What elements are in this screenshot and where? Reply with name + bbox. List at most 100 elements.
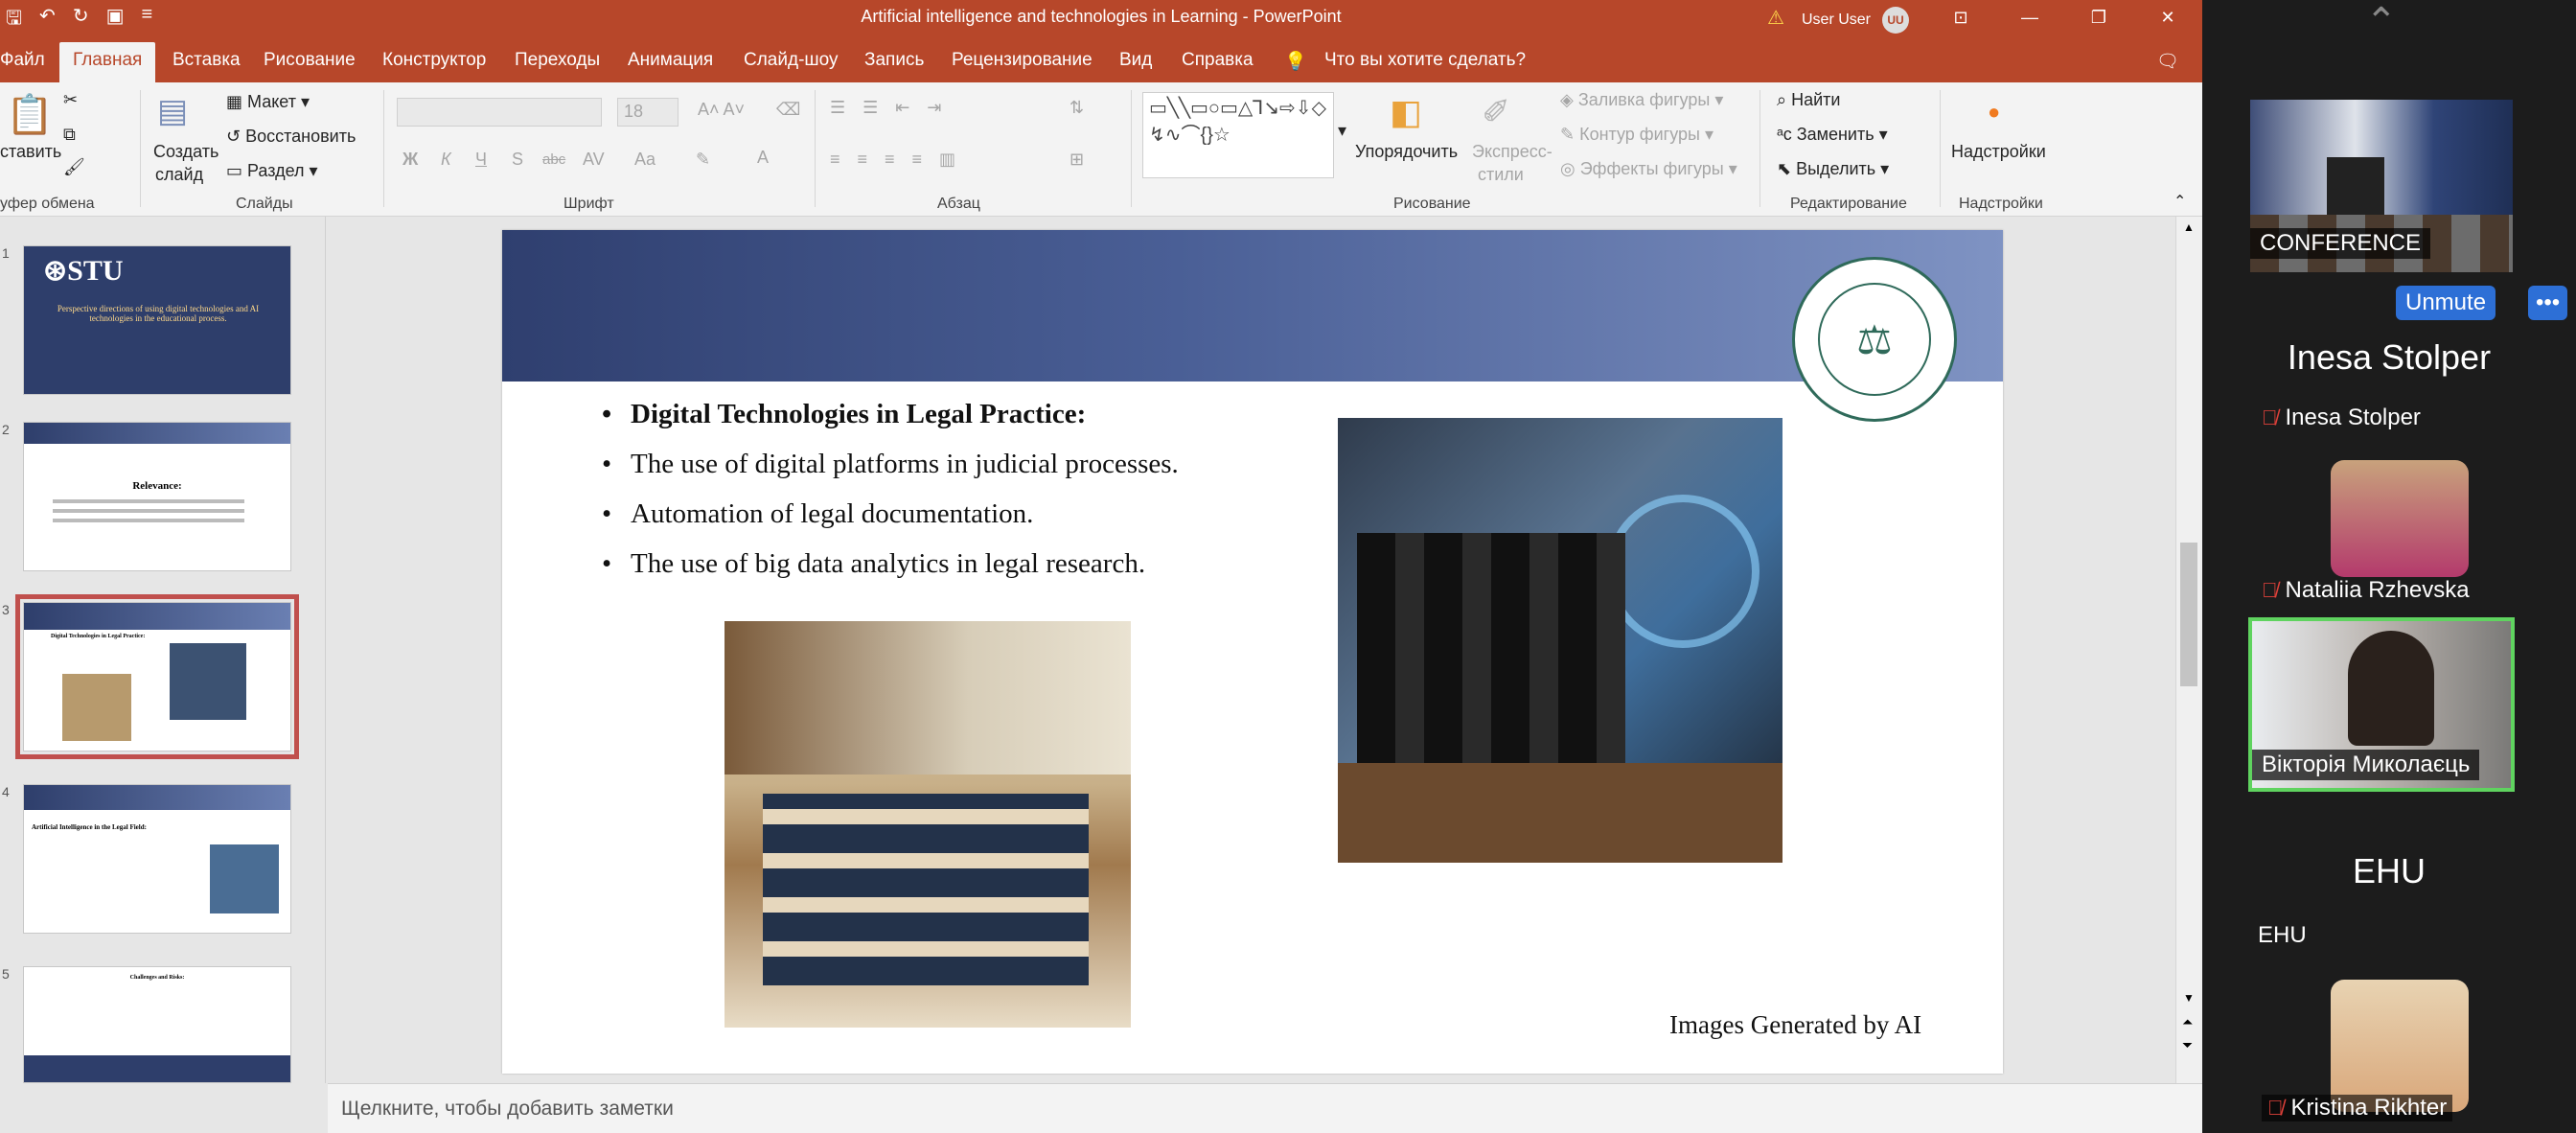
thumb-title: Perspective directions of using digital …	[57, 304, 260, 323]
replace-button[interactable]: ᵃc Заменить ▾	[1777, 125, 1888, 145]
tab-design[interactable]: Конструктор	[382, 50, 486, 71]
tab-home[interactable]: Главная	[59, 42, 156, 82]
comments-icon[interactable]: 🗨	[2156, 50, 2179, 73]
quick-styles-button-line2[interactable]: стили	[1478, 165, 1524, 185]
bullet-list[interactable]: Digital Technologies in Legal Practice: …	[602, 399, 1179, 598]
cut-icon[interactable]: ✂	[63, 90, 78, 110]
participant-label: CONFERENCE	[2250, 228, 2431, 259]
vr-judges-image[interactable]	[1338, 418, 1782, 863]
tab-file[interactable]: Файл	[0, 50, 45, 71]
shadow-button[interactable]: S	[512, 150, 523, 170]
tab-insert[interactable]: Вставка	[172, 50, 241, 71]
unmute-button[interactable]: Unmute	[2396, 286, 2496, 320]
thumb-title: Artificial Intelligence in the Legal Fie…	[32, 823, 147, 831]
shapes-gallery[interactable]: ▭╲╲▭○▭△⅂↘⇨⇩◇↯∿⌒{}☆	[1142, 92, 1334, 178]
tab-transitions[interactable]: Переходы	[515, 50, 600, 71]
tab-review[interactable]: Рецензирование	[952, 50, 1092, 71]
font-color-icon[interactable]: A	[757, 148, 769, 168]
align-icons[interactable]: ≡≡≡≡▥	[830, 150, 973, 170]
shape-outline-button[interactable]: ✎ Контур фигуры ▾	[1560, 125, 1714, 145]
slide-editing-area[interactable]: ⚖ Digital Technologies in Legal Practice…	[328, 217, 2175, 1083]
tab-record[interactable]: Запись	[864, 50, 924, 71]
courtroom-students-image[interactable]	[724, 621, 1131, 1028]
tab-animations[interactable]: Анимация	[628, 50, 713, 71]
notes-pane[interactable]: Щелкните, чтобы добавить заметки	[328, 1083, 2202, 1133]
select-button[interactable]: ⬉ Выделить ▾	[1777, 159, 1889, 179]
scroll-down-icon[interactable]: ▼	[2183, 991, 2195, 1005]
slide-thumbnail-3[interactable]: Digital Technologies in Legal Practice:	[15, 594, 299, 759]
list-icons[interactable]: ☰☰⇤⇥	[830, 98, 958, 118]
warning-icon[interactable]: ⚠	[1767, 6, 1784, 30]
conference-video-tile[interactable]: CONFERENCE	[2250, 100, 2513, 272]
collapse-chevron-icon[interactable]: ⌃	[2365, 0, 2398, 44]
library-background	[724, 621, 1131, 775]
quick-styles-icon[interactable]: ✐	[1482, 92, 1510, 132]
scroll-up-icon[interactable]: ▲	[2183, 220, 2195, 234]
slide-thumbnail-5[interactable]: Challenges and Risks:	[23, 966, 291, 1083]
font-family-input[interactable]	[397, 98, 602, 127]
bold-button[interactable]: Ж	[402, 150, 418, 170]
copy-icon[interactable]: ⧉	[63, 125, 76, 145]
find-button[interactable]: ⌕ Найти	[1777, 90, 1840, 110]
thumb-image	[62, 674, 131, 741]
underline-button[interactable]: Ч	[475, 150, 487, 170]
new-slide-button-line2[interactable]: слайд	[155, 165, 203, 185]
format-painter-icon[interactable]: 🖌	[63, 157, 85, 177]
case-button[interactable]: Aa	[634, 150, 656, 170]
layout-button[interactable]: ▦ Макет ▾	[226, 92, 310, 112]
smartart-icon[interactable]: ⊞	[1070, 150, 1084, 170]
italic-button[interactable]: К	[441, 150, 451, 170]
spacing-button[interactable]: AV	[583, 150, 605, 170]
restore-icon[interactable]: ❐	[2064, 0, 2133, 35]
clear-format-icon[interactable]: ⌫	[776, 100, 800, 120]
tab-draw[interactable]: Рисование	[264, 50, 356, 71]
shape-fill-button[interactable]: ◈ Заливка фигуры ▾	[1560, 90, 1723, 110]
highlight-icon[interactable]: ✎	[696, 150, 710, 170]
shape-effects-button[interactable]: ◎ Эффекты фигуры ▾	[1560, 159, 1737, 179]
text-direction-icon[interactable]: ⇅	[1070, 98, 1084, 118]
current-slide[interactable]: ⚖ Digital Technologies in Legal Practice…	[502, 230, 2003, 1074]
more-options-button[interactable]: •••	[2528, 286, 2568, 320]
arrange-button[interactable]: Упорядочить	[1355, 142, 1458, 162]
addins-button[interactable]: Надстройки	[1951, 142, 2046, 162]
participant-name: EHU	[2258, 922, 2307, 948]
slide-thumbnail-4[interactable]: Artificial Intelligence in the Legal Fie…	[23, 784, 291, 934]
strike-button[interactable]: abc	[542, 151, 565, 168]
ribbon-display-icon[interactable]: ⊡	[1926, 0, 1995, 35]
font-size-input[interactable]: 18	[617, 98, 678, 127]
minimize-icon[interactable]: —	[1995, 0, 2064, 35]
shape-fill-label: Заливка фигуры	[1577, 90, 1711, 109]
vertical-scrollbar[interactable]: ▲ ▼ ⏶ ⏷	[2175, 217, 2202, 1083]
scroll-thumb[interactable]	[2180, 543, 2197, 686]
collapse-ribbon-icon[interactable]: ⌃	[2174, 192, 2186, 211]
tell-me-search[interactable]: Что вы хотите сделать?	[1324, 50, 1526, 71]
tab-view[interactable]: Вид	[1119, 50, 1152, 71]
previous-slide-icon[interactable]: ⏶	[2182, 1014, 2193, 1030]
shapes-more-icon[interactable]: ▾	[1338, 121, 1346, 141]
paste-button[interactable]: ставить	[0, 142, 61, 162]
user-account[interactable]: User User UU	[1802, 7, 1910, 34]
ribbon: 📋 ставить ✂ ⧉ 🖌 уфер обмена ▤ Создать сл…	[0, 82, 2202, 217]
ribbon-tabs: Файл Главная Вставка Рисование Конструкт…	[0, 35, 2202, 82]
thumb-footer	[24, 1055, 290, 1082]
paragraph-group-label: Абзац	[937, 196, 980, 212]
section-button[interactable]: ▭ Раздел ▾	[226, 161, 318, 181]
scales-icon: ⚖	[1818, 283, 1931, 396]
active-speaker-video-tile[interactable]: Вікторія Миколаєць	[2248, 617, 2515, 792]
reset-button[interactable]: ↺ Восстановить	[226, 127, 356, 147]
shape-outline-label: Контур фигуры	[1579, 125, 1700, 144]
close-icon[interactable]: ✕	[2133, 0, 2202, 35]
quick-styles-button[interactable]: Экспресс-	[1472, 142, 1552, 162]
new-slide-button[interactable]: Создать	[153, 142, 218, 162]
addins-icon[interactable]: ●	[1988, 100, 2000, 125]
tab-slideshow[interactable]: Слайд-шоу	[744, 50, 839, 71]
grow-font-icon[interactable]: A˄ A˅	[698, 100, 745, 120]
slide-thumbnail-1[interactable]: ⊛STU Perspective directions of using dig…	[23, 245, 291, 395]
new-slide-icon[interactable]: ▤	[157, 92, 188, 130]
tab-help[interactable]: Справка	[1182, 50, 1254, 71]
paste-icon[interactable]: 📋	[6, 92, 54, 137]
slide-thumbnail-2[interactable]: Relevance:	[23, 422, 291, 571]
next-slide-icon[interactable]: ⏷	[2182, 1037, 2193, 1053]
arrange-icon[interactable]: ◧	[1390, 92, 1422, 132]
powerpoint-window: 🖫 ↶ ↻ ▣ ≡ Artificial intelligence and te…	[0, 0, 2202, 1133]
